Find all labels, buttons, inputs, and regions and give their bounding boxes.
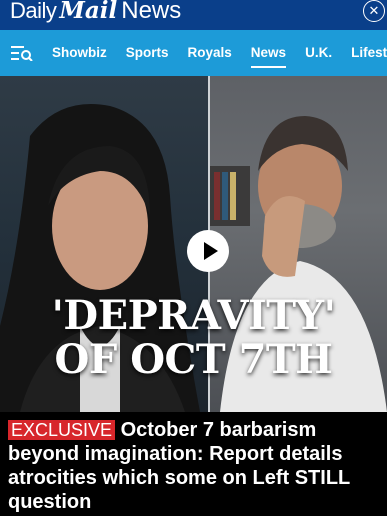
play-button[interactable] [187,230,229,272]
menu-search-icon[interactable] [11,45,33,61]
close-icon[interactable]: ✕ [363,0,385,22]
nav-item-showbiz[interactable]: Showbiz [52,30,107,76]
article-headline[interactable]: EXCLUSIVE October 7 barbarism beyond ima… [8,418,383,514]
logo-daily: Daily [10,0,57,23]
nav-item-news[interactable]: News [250,30,287,76]
video-title-line2: OF OCT 7TH [54,336,333,383]
hero-video[interactable]: 'DEPRAVITY' OF OCT 7TH [0,76,387,412]
nav-items: Showbiz Sports Royals News U.K. Lifest [52,30,387,76]
logo-mail: Mail [59,0,118,24]
exclusive-badge: EXCLUSIVE [8,420,116,440]
nav-bar: Showbiz Sports Royals News U.K. Lifest [0,30,387,76]
play-icon [204,242,218,260]
nav-item-royals[interactable]: Royals [188,30,232,76]
nav-item-sports[interactable]: Sports [126,30,169,76]
nav-item-uk[interactable]: U.K. [305,30,332,76]
nav-item-lifestyle[interactable]: Lifest [351,30,387,76]
logo-news: News [121,0,182,24]
top-bar: Daily Mail News ✕ [0,0,387,30]
video-title-overlay: 'DEPRAVITY' OF OCT 7TH [0,294,387,382]
daily-mail-logo[interactable]: Daily Mail News [10,0,181,27]
video-title-line1: 'DEPRAVITY' [51,292,336,339]
